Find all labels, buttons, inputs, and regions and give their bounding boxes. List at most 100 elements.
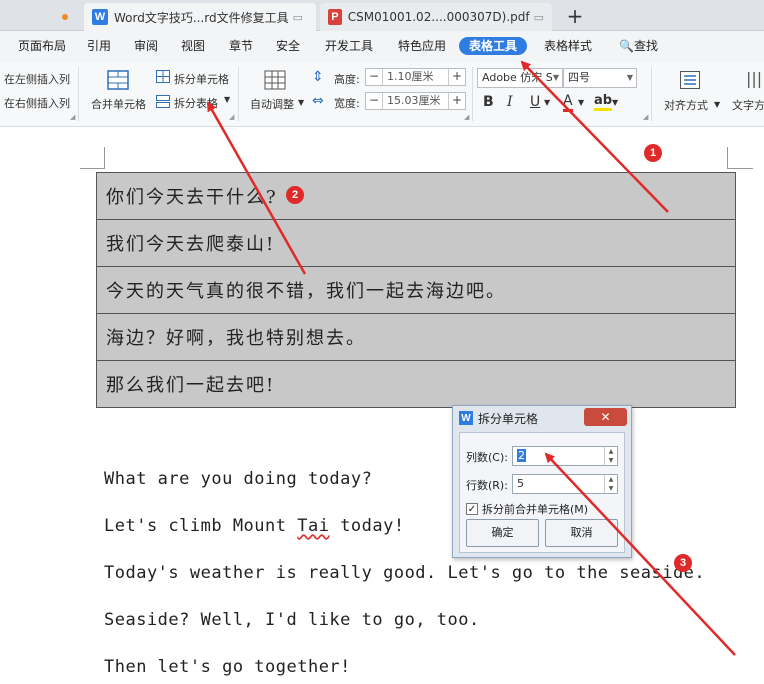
paragraph-line[interactable]: Seaside? Well, I'd like to go, too. [104, 610, 480, 630]
chevron-down-icon: ▼ [224, 95, 231, 104]
width-decrease-button[interactable]: − [366, 93, 382, 109]
table-row[interactable]: 今天的天气真的很不错，我们一起去海边吧。 [96, 266, 736, 314]
paragraph-line[interactable]: What are you doing today? [104, 469, 372, 489]
font-size-select[interactable]: 四号 ▼ [563, 68, 637, 88]
menu-table-styles[interactable]: 表格样式 [544, 37, 592, 55]
rows-value: 5 [517, 477, 524, 490]
tab-bar: W Word文字技巧...rd文件修复工具 ▭ P CSM01001.02...… [0, 0, 764, 31]
menu-security[interactable]: 安全 [276, 37, 300, 55]
spinner-arrows-icon[interactable]: ▲ ▼ [604, 447, 617, 465]
insert-left-column-button[interactable]: 在左侧插入列 [4, 71, 70, 87]
chevron-down-icon: ▼ [714, 100, 721, 109]
split-table-icon [156, 95, 170, 108]
table-cell[interactable]: 我们今天去爬泰山! [96, 219, 736, 267]
table-row[interactable]: 那么我们一起去吧! [96, 360, 736, 408]
tab-pdf-document[interactable]: P CSM01001.02....000307D).pdf ▭ [320, 3, 552, 31]
tab-home[interactable] [0, 3, 78, 31]
rows-input[interactable]: 5 ▲ ▼ [512, 474, 618, 494]
font-color-button[interactable]: A [563, 94, 573, 112]
menu-table-tools[interactable]: 表格工具 [459, 37, 528, 55]
menu-find[interactable]: 🔍查找 [619, 37, 658, 55]
height-value[interactable]: 1.10厘米 [382, 69, 449, 85]
table-row[interactable]: 我们今天去爬泰山! [96, 219, 736, 267]
table-row[interactable]: 海边？好啊，我也特别想去。 [96, 313, 736, 361]
checkbox-checked-icon[interactable]: ✓ [466, 503, 478, 515]
auto-adjust-button[interactable]: 自动调整 [250, 96, 294, 112]
dialog-close-button[interactable]: ✕ [584, 408, 627, 426]
paragraph-line[interactable]: Then let's go together! [104, 657, 351, 677]
unsaved-dot-icon [62, 14, 68, 20]
pdf-doc-icon: P [328, 9, 342, 25]
columns-input[interactable]: 2 ▲ ▼ [512, 446, 618, 466]
height-decrease-button[interactable]: − [366, 69, 382, 85]
menu-view[interactable]: 视图 [181, 37, 205, 55]
menu-references[interactable]: 引用 [87, 37, 111, 55]
split-cells-dialog: W 拆分单元格 ✕ 列数(C): 2 ▲ ▼ 行数(R): 5 ▲ ▼ ✓ 拆分前合… [452, 405, 632, 558]
table-cell[interactable]: 那么我们一起去吧! [96, 360, 736, 408]
group-expand-icon[interactable]: ◢ [464, 113, 469, 121]
underline-button[interactable]: U [530, 94, 540, 110]
dialog-title: 拆分单元格 [478, 411, 539, 426]
width-increase-button[interactable]: + [449, 93, 465, 109]
menu-developer[interactable]: 开发工具 [325, 37, 373, 55]
tab-label: CSM01001.02....000307D).pdf [347, 10, 530, 24]
highlight-button[interactable]: ab [594, 94, 613, 111]
paragraph-line[interactable]: Let's climb Mount Tai today! [104, 516, 405, 536]
ok-button[interactable]: 确定 [466, 519, 539, 547]
menu-page-layout[interactable]: 页面布局 [18, 37, 66, 55]
group-expand-icon[interactable]: ◢ [643, 113, 648, 121]
text-direction-button[interactable]: 文字方 [732, 97, 764, 113]
font-name-select[interactable]: Adobe 仿宋 S ▼ [477, 68, 563, 88]
split-cells-button[interactable]: 拆分单元格 [174, 71, 229, 87]
toolbar-divider [651, 67, 652, 121]
menu-special-apps[interactable]: 特色应用 [398, 37, 446, 55]
document-table[interactable]: 你们今天去干什么? 我们今天去爬泰山! 今天的天气真的很不错，我们一起去海边吧。… [96, 172, 736, 408]
table-cell[interactable]: 你们今天去干什么? [96, 172, 736, 220]
text-direction-icon: ||| [746, 69, 763, 88]
columns-value: 2 [517, 449, 526, 462]
page-margin-guide [727, 168, 753, 169]
page-margin-guide [727, 147, 728, 169]
height-stepper[interactable]: − 1.10厘米 + [365, 68, 466, 86]
align-icon [680, 71, 700, 89]
annotation-badge: 1 [644, 144, 662, 162]
wps-app-icon: W [459, 411, 473, 425]
height-label: 高度: [334, 73, 360, 86]
width-value[interactable]: 15.03厘米 [382, 93, 449, 109]
spinner-arrows-icon[interactable]: ▲ ▼ [604, 475, 617, 493]
table-cell[interactable]: 海边？好啊，我也特别想去。 [96, 313, 736, 361]
page-margin-guide [80, 168, 104, 169]
paragraph-line[interactable]: Today's weather is really good. Let's go… [104, 563, 705, 583]
toolbar-divider [238, 67, 239, 121]
merge-before-split-checkbox[interactable]: ✓ 拆分前合并单元格(M) [466, 501, 588, 517]
columns-label: 列数(C): [466, 451, 508, 464]
insert-right-column-button[interactable]: 在右侧插入列 [4, 95, 70, 111]
tab-word-document[interactable]: W Word文字技巧...rd文件修复工具 ▭ [84, 3, 316, 31]
page-margin-guide [104, 147, 105, 169]
table-cell[interactable]: 今天的天气真的很不错，我们一起去海边吧。 [96, 266, 736, 314]
chevron-down-icon: ▼ [626, 73, 633, 82]
menu-chapter[interactable]: 章节 [229, 37, 253, 55]
split-table-button[interactable]: 拆分表格 [174, 95, 218, 111]
align-button[interactable]: 对齐方式 [664, 97, 708, 113]
group-expand-icon[interactable]: ◢ [229, 113, 234, 121]
table-row[interactable]: 你们今天去干什么? [96, 172, 736, 220]
spellcheck-word[interactable]: Tai [297, 516, 329, 536]
annotation-badge: 3 [674, 554, 692, 572]
menu-find-label: 查找 [633, 39, 658, 53]
chevron-down-icon: ▼ [578, 98, 585, 107]
new-tab-button[interactable]: + [566, 4, 584, 28]
group-expand-icon[interactable]: ◢ [70, 113, 75, 121]
merge-cells-button[interactable]: 合并单元格 [91, 96, 146, 112]
search-icon: 🔍 [619, 39, 634, 53]
bold-button[interactable]: B [483, 94, 494, 110]
italic-button[interactable]: I [507, 94, 513, 110]
annotation-badge: 2 [286, 186, 304, 204]
height-increase-button[interactable]: + [449, 69, 465, 85]
cancel-button[interactable]: 取消 [545, 519, 618, 547]
width-stepper[interactable]: − 15.03厘米 + [365, 92, 466, 110]
menu-review[interactable]: 审阅 [134, 37, 158, 55]
column-width-icon: ⇔ [312, 93, 324, 109]
ribbon-toolbar: 在左侧插入列 在右侧插入列 合并单元格 拆分单元格 拆分表格 ▼ 自动调整 ▼ … [0, 61, 764, 127]
chevron-down-icon: ▼ [612, 98, 619, 107]
